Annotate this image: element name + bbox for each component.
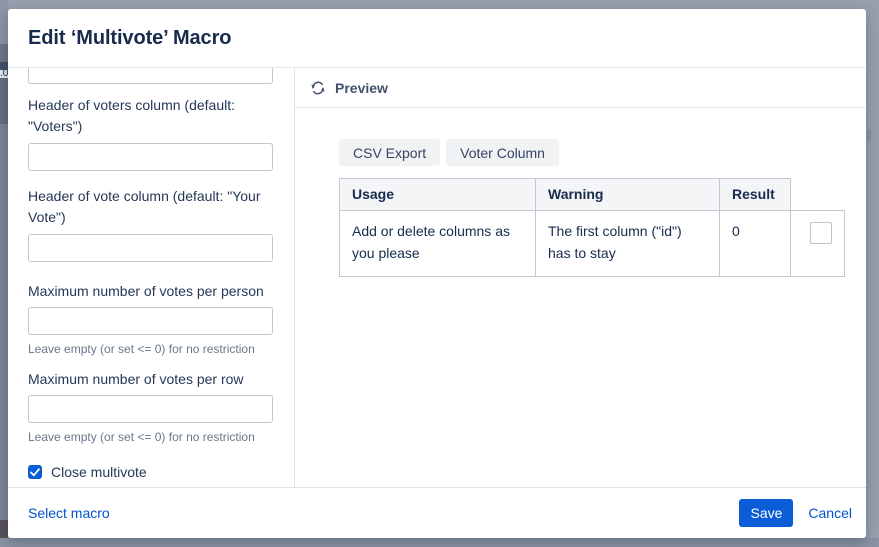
dialog-footer: Select macro Save Cancel <box>8 487 866 538</box>
csv-export-button[interactable]: CSV Export <box>339 139 440 166</box>
cell-warning: The first column ("id") has to stay <box>536 211 720 277</box>
close-multivote-row[interactable]: Close multivote <box>28 464 294 480</box>
close-multivote-label: Close multivote <box>51 464 147 480</box>
col-header-warning: Warning <box>536 179 720 211</box>
backdrop-left-sliver <box>0 78 8 124</box>
checkmark-icon <box>30 468 40 477</box>
save-button[interactable]: Save <box>739 499 793 527</box>
macro-params-panel: Header of voters column (default: "Voter… <box>8 68 295 487</box>
table-header-row: Usage Warning Result <box>340 179 845 211</box>
dialog-title: Edit ‘Multivote’ Macro <box>28 27 231 50</box>
col-header-result: Result <box>720 179 791 211</box>
field-label-max-votes-row: Maximum number of votes per row <box>28 369 273 390</box>
cell-result: 0 <box>720 211 791 277</box>
preview-panel: Preview CSV Export Voter Column Usage Wa… <box>295 68 866 487</box>
max-votes-row-input[interactable] <box>28 395 273 423</box>
backdrop-peek-text: .0 <box>0 70 8 78</box>
field-label-vote-header: Header of vote column (default: "Your Vo… <box>28 186 273 228</box>
select-macro-link[interactable]: Select macro <box>28 505 110 521</box>
cell-vote <box>791 211 845 277</box>
voter-column-button[interactable]: Voter Column <box>446 139 559 166</box>
col-header-usage: Usage <box>340 179 536 211</box>
max-votes-person-help: Leave empty (or set <= 0) for no restric… <box>28 342 294 356</box>
field-input-partial[interactable] <box>28 68 273 84</box>
cancel-link[interactable]: Cancel <box>808 505 852 521</box>
table-row: Add or delete columns as you please The … <box>340 211 845 277</box>
close-multivote-checkbox[interactable] <box>28 465 42 479</box>
backdrop-bottom-strip <box>0 538 879 547</box>
vote-checkbox[interactable] <box>810 222 832 244</box>
backdrop-left-sliver <box>0 44 8 62</box>
preview-content: CSV Export Voter Column Usage Warning Re… <box>295 108 866 277</box>
backdrop-left-sliver <box>0 0 8 44</box>
backdrop-left-sliver <box>0 124 8 520</box>
dialog-header: Edit ‘Multivote’ Macro <box>8 9 866 68</box>
col-header-vote-empty <box>791 179 845 211</box>
max-votes-person-input[interactable] <box>28 307 273 335</box>
vote-header-input[interactable] <box>28 234 273 262</box>
cell-usage: Add or delete columns as you please <box>340 211 536 277</box>
backdrop-scrollbar-thumb <box>867 129 871 141</box>
preview-title: Preview <box>335 80 388 96</box>
edit-macro-dialog: Edit ‘Multivote’ Macro Header of voters … <box>8 9 866 538</box>
backdrop-left-sliver <box>0 62 8 70</box>
preview-header: Preview <box>295 68 866 108</box>
refresh-icon[interactable] <box>310 80 326 96</box>
field-label-max-votes-person: Maximum number of votes per person <box>28 281 273 302</box>
max-votes-row-help: Leave empty (or set <= 0) for no restric… <box>28 430 294 444</box>
voters-header-input[interactable] <box>28 143 273 171</box>
field-label-voters-header: Header of voters column (default: "Voter… <box>28 95 273 137</box>
preview-table: Usage Warning Result Add or delete colum… <box>339 178 845 277</box>
backdrop-left-sliver <box>0 520 8 538</box>
